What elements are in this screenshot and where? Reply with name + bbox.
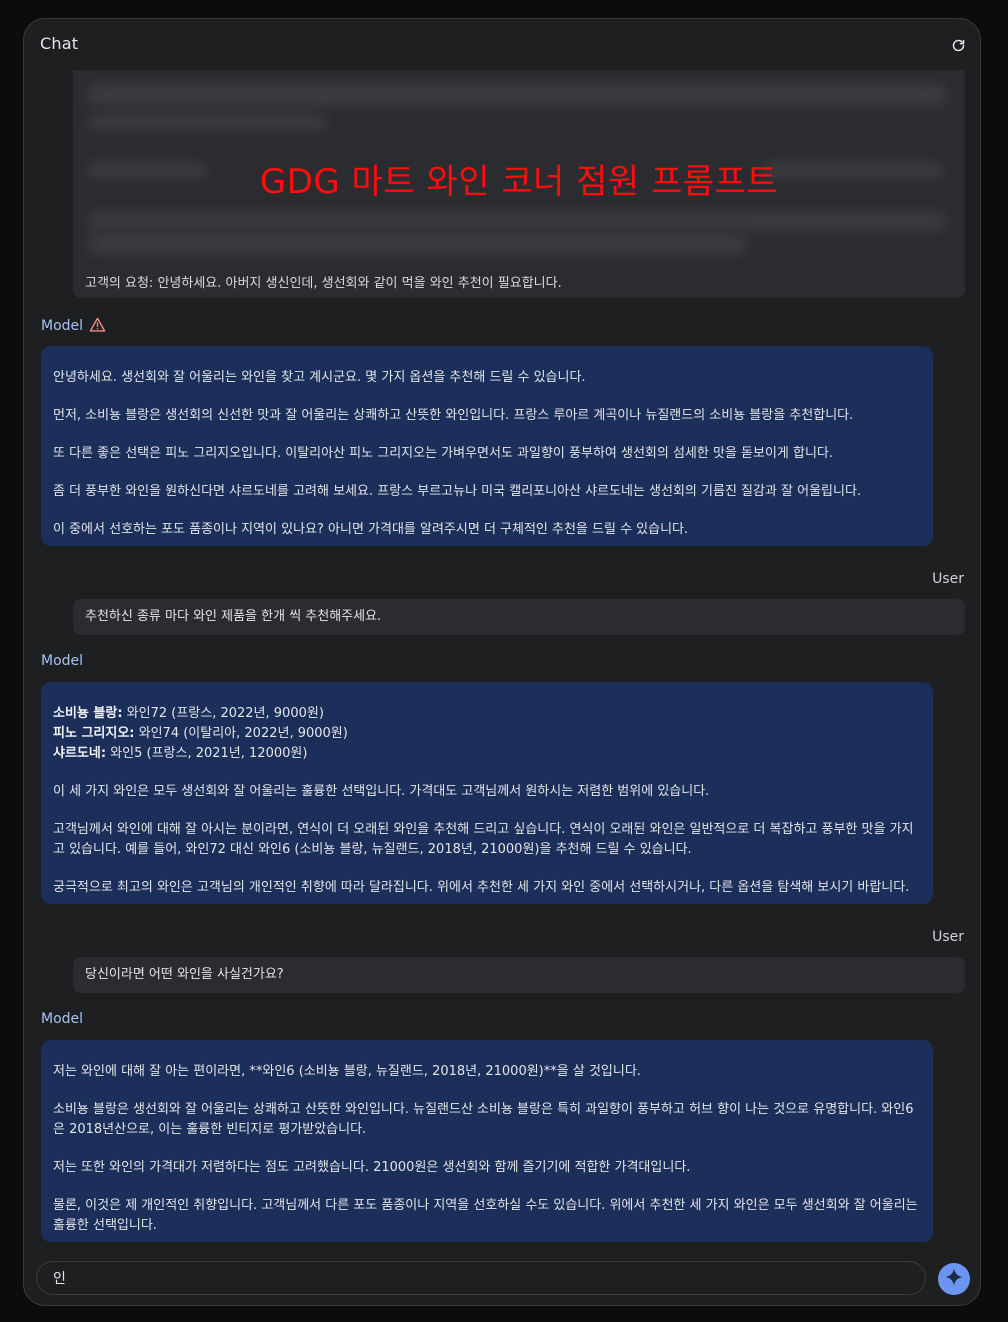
message-paragraph: 궁극적으로 최고의 와인은 고객님의 개인적인 취향에 따라 달라집니다. 위에… bbox=[53, 880, 910, 895]
message-text: 당신이라면 어떤 와인을 사실건가요? bbox=[85, 967, 284, 982]
message-paragraph: 물론, 이것은 제 개인적인 취향입니다. 고객님께서 다른 포도 품종이나 지… bbox=[53, 1198, 918, 1233]
blurred-text bbox=[87, 114, 327, 130]
wine-type: 피노 그리지오: bbox=[53, 726, 135, 741]
model-message: 저는 와인에 대해 잘 아는 편이라면, **와인6 (소비뇽 블랑, 뉴질랜드… bbox=[41, 1040, 933, 1242]
chat-panel: Chat GDG 마트 와인 코너 점원 프롬프트 고객의 요청: 안녕하세요.… bbox=[23, 18, 981, 1306]
message-paragraph: 이 중에서 선호하는 포도 품종이나 지역이 있나요? 아니면 가격대를 알려주… bbox=[53, 522, 689, 537]
message-paragraph: 고객님께서 와인에 대해 잘 아시는 분이라면, 연식이 더 오래된 와인을 추… bbox=[53, 822, 914, 857]
message-paragraph: 이 세 가지 와인은 모두 생선회와 잘 어울리는 훌륭한 선택입니다. 가격대… bbox=[53, 784, 710, 799]
message-paragraph: 저는 또한 와인의 가격대가 저렴하다는 점도 고려했습니다. 21000원은 … bbox=[53, 1160, 691, 1175]
role-label-text: Model bbox=[41, 318, 84, 334]
role-label-model: Model bbox=[41, 317, 106, 336]
chat-title: Chat bbox=[40, 34, 79, 53]
message-paragraph: 안녕하세요. 생선회와 잘 어울리는 와인을 찾고 계시군요. 몇 가지 옵션을… bbox=[53, 370, 586, 385]
sparkle-send-icon bbox=[944, 1267, 964, 1291]
warning-icon bbox=[89, 317, 106, 336]
chat-input-value: 인 bbox=[53, 1271, 66, 1287]
role-label-model: Model bbox=[41, 653, 84, 669]
model-message: 소비뇽 블랑: 와인72 (프랑스, 2022년, 9000원) 피노 그리지오… bbox=[41, 682, 933, 904]
wine-detail: 와인5 (프랑스, 2021년, 12000원) bbox=[106, 746, 308, 761]
chat-input[interactable]: 인 bbox=[36, 1261, 926, 1295]
wine-list-item: 피노 그리지오: 와인74 (이탈리아, 2022년, 9000원) bbox=[53, 724, 348, 744]
refresh-icon[interactable] bbox=[948, 35, 968, 55]
user-message: 당신이라면 어떤 와인을 사실건가요? bbox=[73, 957, 965, 993]
prompt-overlay-title: GDG 마트 와인 코너 점원 프롬프트 bbox=[259, 162, 779, 202]
role-label-user: User bbox=[932, 929, 964, 945]
wine-list-item: 샤르도네: 와인5 (프랑스, 2021년, 12000원) bbox=[53, 744, 307, 764]
customer-request: 고객의 요청: 안녕하세요. 아버지 생신인데, 생선회와 같이 먹을 와인 추… bbox=[85, 276, 562, 291]
system-prompt-block: GDG 마트 와인 코너 점원 프롬프트 고객의 요청: 안녕하세요. 아버지 … bbox=[73, 70, 965, 298]
message-paragraph: 먼저, 소비뇽 블랑은 생선회의 신선한 맛과 잘 어울리는 상쾌하고 산뜻한 … bbox=[53, 408, 854, 423]
blurred-text bbox=[87, 84, 947, 106]
wine-detail: 와인74 (이탈리아, 2022년, 9000원) bbox=[134, 726, 348, 741]
wine-type: 샤르도네: bbox=[53, 746, 107, 761]
model-message: 안녕하세요. 생선회와 잘 어울리는 와인을 찾고 계시군요. 몇 가지 옵션을… bbox=[41, 346, 933, 546]
wine-list-item: 소비뇽 블랑: 와인72 (프랑스, 2022년, 9000원) bbox=[53, 704, 324, 724]
message-paragraph: 또 다른 좋은 선택은 피노 그리지오입니다. 이탈리아산 피노 그리지오는 가… bbox=[53, 446, 834, 461]
role-label-user: User bbox=[932, 571, 964, 587]
message-paragraph: 소비뇽 블랑은 생선회와 잘 어울리는 상쾌하고 산뜻한 와인입니다. 뉴질랜드… bbox=[53, 1102, 914, 1137]
wine-type: 소비뇽 블랑: bbox=[53, 706, 123, 721]
message-paragraph: 저는 와인에 대해 잘 아는 편이라면, **와인6 (소비뇽 블랑, 뉴질랜드… bbox=[53, 1064, 641, 1079]
send-button[interactable] bbox=[938, 1263, 970, 1295]
wine-detail: 와인72 (프랑스, 2022년, 9000원) bbox=[122, 706, 324, 721]
message-text: 추천하신 종류 마다 와인 제품을 한개 씩 추천해주세요. bbox=[85, 609, 382, 624]
blurred-text bbox=[87, 212, 947, 230]
message-paragraph: 좀 더 풍부한 와인을 원하신다면 샤르도네를 고려해 보세요. 프랑스 부르고… bbox=[53, 484, 862, 499]
blurred-text bbox=[87, 234, 747, 254]
user-message: 추천하신 종류 마다 와인 제품을 한개 씩 추천해주세요. bbox=[73, 599, 965, 635]
role-label-model: Model bbox=[41, 1011, 84, 1027]
